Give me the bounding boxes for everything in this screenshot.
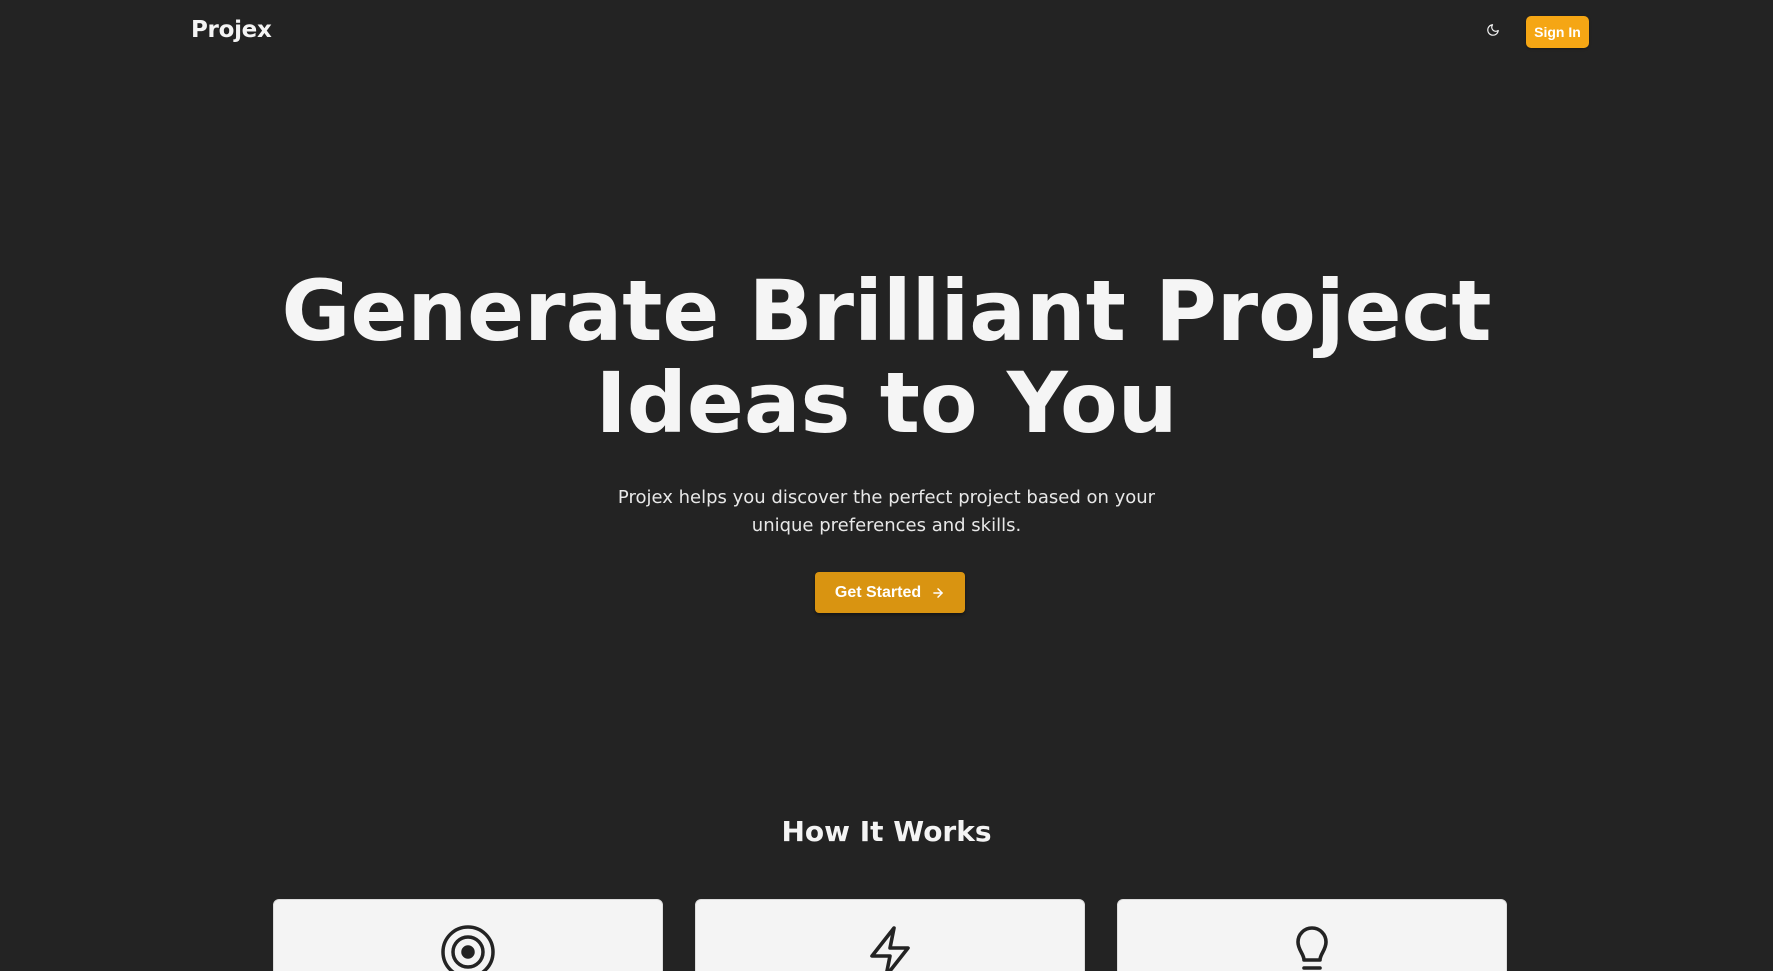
- moon-icon: [1486, 23, 1500, 40]
- lightning-icon: [862, 924, 918, 971]
- feature-card-lightbulb: [1117, 899, 1507, 971]
- target-icon: [440, 924, 496, 971]
- landing-page: Projex Sign In Generate Brilliant Projec…: [0, 0, 1773, 971]
- arrow-right-icon: [931, 586, 945, 600]
- feature-card-lightning: [695, 899, 1085, 971]
- hero-title-line-1: Generate Brilliant Project: [281, 262, 1492, 360]
- hero-title-line-2: Ideas to You: [595, 354, 1178, 452]
- hero-subtitle: Projex helps you discover the perfect pr…: [617, 487, 1156, 536]
- get-started-label: Get Started: [834, 583, 922, 601]
- lightbulb-icon: [1284, 924, 1340, 971]
- section-title: How It Works: [781, 815, 992, 848]
- theme-toggle-button[interactable]: [1480, 18, 1506, 44]
- get-started-button[interactable]: Get Started: [815, 572, 965, 613]
- feature-card-target: [273, 899, 663, 971]
- brand-logo[interactable]: Projex: [191, 17, 272, 43]
- hero-title: Generate Brilliant Project Ideas to You: [0, 265, 1773, 449]
- sign-in-button[interactable]: Sign In: [1526, 16, 1589, 48]
- top-navbar: Projex Sign In: [0, 0, 1773, 64]
